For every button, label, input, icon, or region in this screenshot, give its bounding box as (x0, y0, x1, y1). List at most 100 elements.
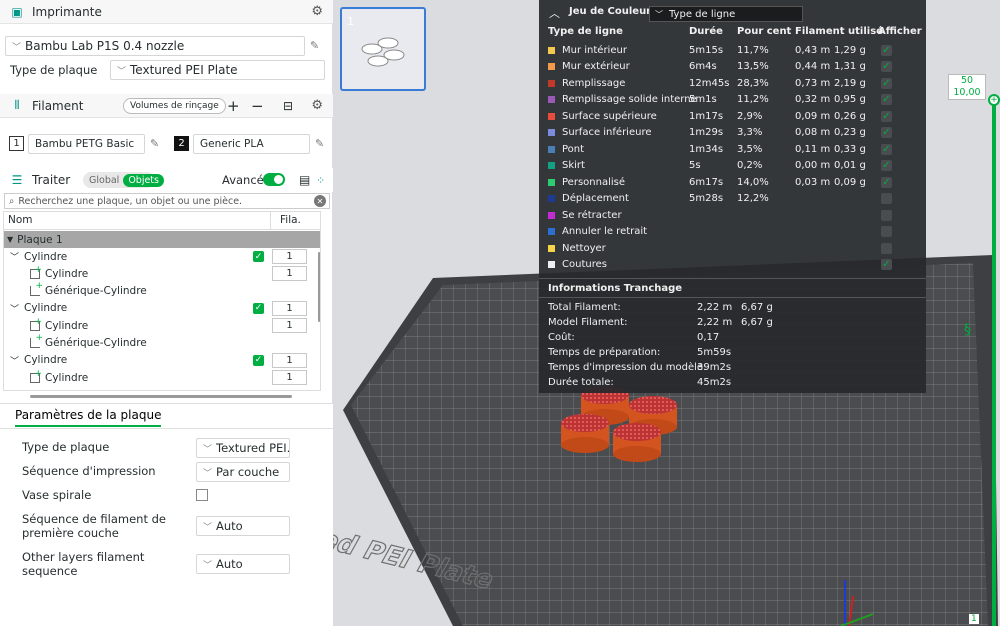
legend-col-show: Afficher (878, 26, 922, 37)
legend-show-checkbox[interactable]: ✓ (881, 242, 892, 254)
object-visible-checkbox[interactable]: ✓ (253, 251, 264, 262)
filament-slot-1-select[interactable]: Bambu PETG Basic (28, 134, 145, 154)
legend-row: Déplacement 5m28s 12,2% ✓ (539, 191, 926, 207)
filament-number-input[interactable]: 1 (272, 249, 307, 264)
legend-show-checkbox[interactable]: ✓ (881, 176, 892, 188)
printer-edit-icon[interactable]: ✎ (310, 39, 319, 52)
legend-col-filament: Filament utilisé (795, 26, 883, 37)
filament-number-input[interactable]: 1 (272, 352, 307, 368)
layer-slider-track[interactable] (992, 100, 996, 626)
legend-show-checkbox[interactable]: ✓ (881, 77, 892, 89)
legend-col-percent: Pour cent (737, 26, 792, 37)
plate-type-select[interactable]: ﹀ Textured PEI Plate (110, 60, 325, 80)
plate-param-label: Séquence d'impression (22, 464, 156, 478)
legend-show-checkbox[interactable]: ✓ (881, 143, 892, 155)
printer-section-header[interactable]: ▣ Imprimante ⚙ (0, 0, 333, 24)
vase-spiral-checkbox[interactable] (196, 489, 208, 501)
filament-number-input[interactable]: 1 (272, 318, 307, 334)
legend-show-checkbox[interactable]: ✓ (881, 160, 892, 171)
plate-param-select[interactable]: ﹀ Textured PEI... (196, 438, 290, 458)
layer-top-handle[interactable]: + (988, 94, 1000, 106)
expand-chevron-icon[interactable]: ﹀ (10, 302, 19, 315)
toggle-global[interactable]: Global (83, 175, 123, 186)
legend-color-swatch (548, 178, 555, 186)
plate-param-select[interactable]: ﹀ Auto (196, 554, 290, 574)
chevron-down-icon: ﹀ (203, 522, 213, 533)
filament-settings-gear-icon[interactable]: ⚙ (311, 98, 323, 113)
remove-filament-icon[interactable]: − (251, 97, 264, 115)
plate-params-tab[interactable]: Paramètres de la plaque (15, 408, 162, 427)
modifier-icon: + (30, 281, 43, 297)
slice-info-row: Durée totale: 45m2s (539, 375, 926, 389)
slice-info-value-2: 6,67 g (741, 301, 773, 313)
global-objects-toggle[interactable]: Global Objets (83, 172, 164, 188)
legend-row: Pont 1m34s 3,5% 0,11 m 0,33 g ✓ (539, 141, 926, 157)
advanced-switch[interactable] (263, 173, 285, 186)
tree-row-modifier[interactable]: + Générique-Cylindre (4, 281, 319, 300)
filament-section-header[interactable]: ⦀ Filament Volumes de rinçage + − ⊟ ⚙ (0, 94, 333, 118)
printer-settings-gear-icon[interactable]: ⚙ (311, 4, 323, 19)
process-grid-icon[interactable]: ⁘ (316, 174, 325, 187)
chevron-down-icon: ﹀ (203, 560, 213, 571)
expand-chevron-icon[interactable]: ﹀ (10, 250, 19, 263)
filament-number-input[interactable]: 1 (272, 370, 307, 386)
plate-param-select[interactable]: ﹀ Par couche (196, 462, 290, 482)
legend-row-name: Remplissage solide interne (562, 94, 697, 105)
legend-row-percent: 2,9% (737, 110, 763, 122)
tree-plate-row[interactable]: ▼ Plaque 1 (4, 231, 320, 248)
plate-thumbnail[interactable]: 1 (340, 7, 426, 91)
filament-sync-icon[interactable]: ⊟ (283, 99, 293, 113)
clear-search-icon[interactable]: ✕ (314, 195, 326, 207)
legend-show-checkbox[interactable]: ✓ (881, 110, 892, 122)
legend-row-name: Mur extérieur (562, 61, 630, 72)
legend-row-time: 1m17s (689, 110, 724, 122)
collapse-legend-icon[interactable]: ︿ (549, 5, 560, 21)
tree-header: Nom Fila. (4, 212, 320, 230)
legend-show-checkbox[interactable]: ✓ (881, 193, 892, 204)
tree-row-label: Cylindre (24, 354, 68, 367)
filament-slot-2-select[interactable]: Generic PLA (193, 134, 310, 154)
layer-top-height: 10,00 (953, 87, 981, 98)
legend-show-checkbox[interactable]: ✓ (881, 209, 892, 221)
filament-slot-1-name: Bambu PETG Basic (35, 138, 135, 150)
process-list-icon[interactable]: ▤ (299, 173, 310, 187)
legend-row-percent: 13,5% (737, 61, 769, 72)
legend-show-checkbox[interactable]: ✓ (881, 61, 892, 72)
legend-show-checkbox[interactable]: ✓ (881, 94, 892, 105)
filament-slot-2-edit-icon[interactable]: ✎ (315, 137, 324, 150)
filament-number-input[interactable]: 1 (272, 300, 307, 316)
tree-hscrollbar[interactable] (30, 395, 292, 398)
left-sidebar: ▣ Imprimante ⚙ ﹀ Bambu Lab P1S 0.4 nozzl… (0, 0, 333, 626)
toggle-objects[interactable]: Objets (123, 173, 164, 187)
legend-row-grams: 0,09 g (834, 176, 866, 188)
object-visible-checkbox[interactable]: ✓ (253, 354, 264, 366)
legend-row-name: Nettoyer (562, 242, 606, 254)
printer-select[interactable]: ﹀ Bambu Lab P1S 0.4 nozzle (5, 36, 305, 56)
legend-row: Mur extérieur 6m4s 13,5% 0,44 m 1,31 g ✓ (539, 59, 926, 75)
legend-row-name: Personnalisé (562, 176, 625, 188)
flush-volumes-button[interactable]: Volumes de rinçage (123, 98, 226, 114)
legend-show-checkbox[interactable]: ✓ (881, 127, 892, 138)
filament-section-title: Filament (32, 98, 84, 113)
object-search-box[interactable]: ⌕ Recherchez une plaque, un objet ou une… (4, 193, 330, 209)
legend-mode-select[interactable]: ﹀ Type de ligne (649, 6, 803, 22)
plate-param-label: Type de plaque (22, 440, 110, 454)
tree-row-modifier[interactable]: + Générique-Cylindre (4, 333, 319, 352)
object-visible-checkbox[interactable]: ✓ (253, 302, 264, 314)
legend-show-checkbox[interactable]: ✓ (881, 226, 892, 237)
slice-info-value: 2,22 m (697, 316, 733, 328)
legend-show-checkbox[interactable]: ✓ (881, 259, 892, 270)
layer-cog-icon[interactable]: § (964, 322, 971, 338)
chevron-down-icon: ﹀ (117, 66, 127, 77)
filament-number-input[interactable]: 1 (272, 266, 307, 282)
legend-row-meters: 0,09 m (795, 110, 831, 122)
filament-slot-1-edit-icon[interactable]: ✎ (150, 137, 159, 150)
legend-row: Mur intérieur 5m15s 11,7% 0,43 m 1,29 g ✓ (539, 42, 926, 58)
expand-chevron-icon[interactable]: ﹀ (10, 354, 19, 367)
slice-info-row: Model Filament: 2,22 m 6,67 g (539, 315, 926, 329)
plate-param-select[interactable]: ﹀ Auto (196, 516, 290, 536)
layer-slider[interactable]: 50 10,00 + § 1 (945, 0, 1000, 626)
legend-show-checkbox[interactable]: ✓ (881, 44, 892, 56)
add-filament-icon[interactable]: + (227, 97, 240, 115)
collapse-icon[interactable]: ▼ (7, 235, 13, 244)
